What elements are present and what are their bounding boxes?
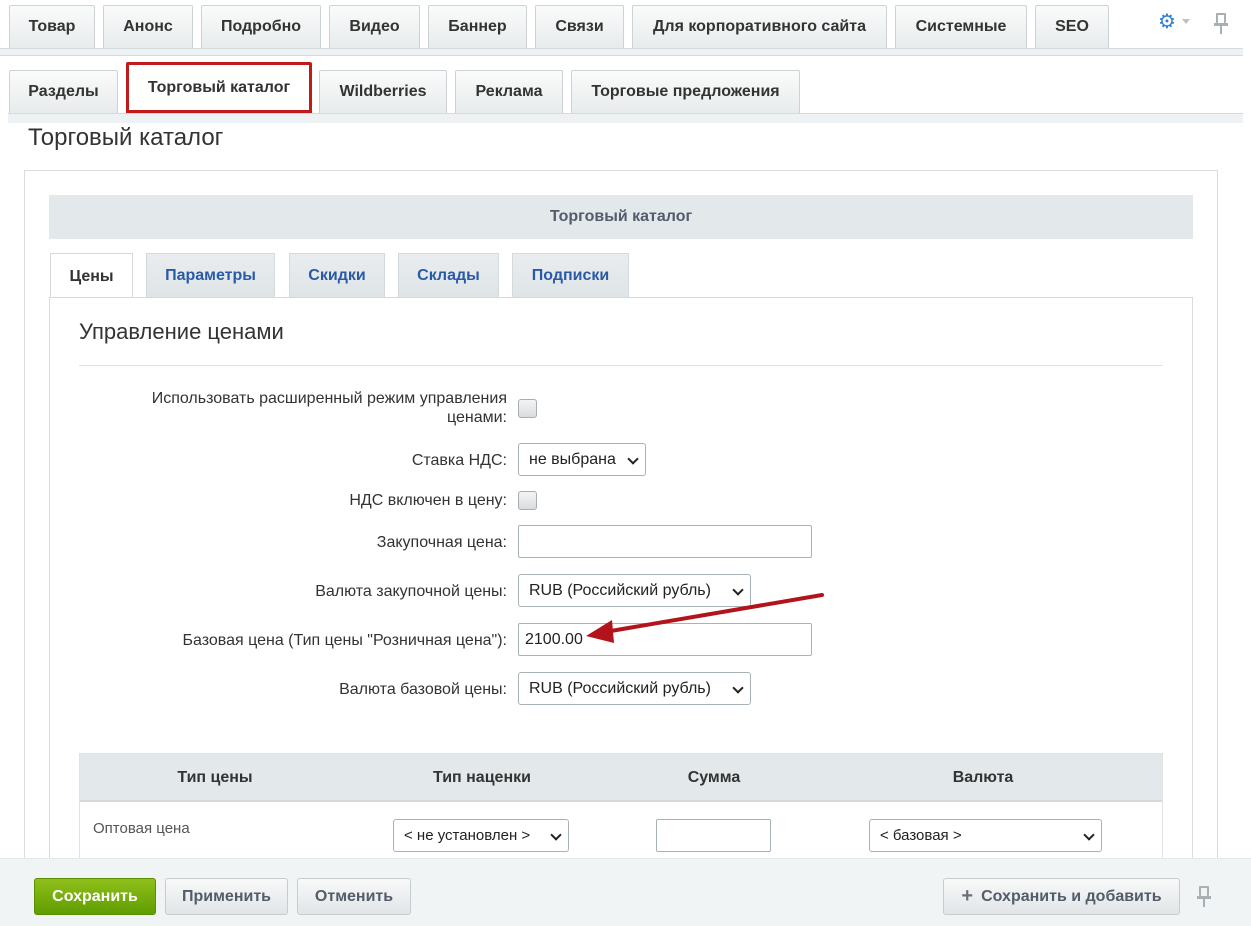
tab-seo[interactable]: SEO bbox=[1035, 5, 1109, 48]
tab-label: Подписки bbox=[531, 266, 610, 284]
tab-preview[interactable]: Анонс bbox=[103, 5, 193, 48]
column-header: Валюта bbox=[952, 769, 1014, 786]
select-value: RUB (Российский рубль) bbox=[529, 581, 711, 599]
tab-label: Системные bbox=[915, 18, 1007, 35]
tab-product[interactable]: Товар bbox=[9, 5, 95, 48]
tab-system[interactable]: Системные bbox=[895, 5, 1027, 48]
tab-label: Цены bbox=[69, 267, 114, 285]
tab-label: Разделы bbox=[28, 83, 99, 100]
tab-corporate-site[interactable]: Для корпоративного сайта bbox=[632, 5, 887, 48]
divider bbox=[79, 365, 1163, 366]
vat-included-checkbox[interactable] bbox=[518, 491, 537, 510]
tab-label: Скидки bbox=[308, 266, 366, 284]
tab-label: Товар bbox=[28, 18, 76, 35]
purchase-price-input[interactable] bbox=[518, 525, 812, 558]
cancel-button[interactable]: Отменить bbox=[297, 878, 411, 915]
chevron-down-icon bbox=[1083, 829, 1095, 841]
tab-label: Торговый каталог bbox=[147, 78, 291, 96]
base-currency-select[interactable]: RUB (Российский рубль) bbox=[518, 672, 751, 705]
tab-label: Видео bbox=[349, 18, 400, 35]
tab-detail[interactable]: Подробно bbox=[201, 5, 321, 48]
column-header: Сумма bbox=[687, 769, 741, 786]
table-header: Тип цены Тип наценки Сумма Валюта bbox=[80, 754, 1162, 802]
tab-separator bbox=[0, 48, 1243, 56]
tab-trade-catalog[interactable]: Торговый каталог bbox=[126, 62, 312, 113]
markup-type-select[interactable]: < не установлен > bbox=[393, 819, 569, 852]
tab-warehouses[interactable]: Склады bbox=[398, 253, 499, 297]
section-heading: Управление ценами bbox=[79, 319, 284, 344]
tab-offers[interactable]: Торговые предложения bbox=[571, 70, 800, 113]
tab-label: Подробно bbox=[220, 18, 302, 35]
price-type-label: Оптовая цена bbox=[93, 820, 190, 837]
chevron-down-icon bbox=[732, 584, 744, 596]
purchase-price-label: Закупочная цена: bbox=[376, 534, 507, 551]
tab-label: Баннер bbox=[448, 18, 507, 35]
tab-sections[interactable]: Разделы bbox=[9, 70, 118, 113]
column-header: Тип наценки bbox=[433, 769, 531, 786]
tab-label: SEO bbox=[1055, 18, 1089, 35]
admin-page: Товар Анонс Подробно Видео Баннер Связи … bbox=[0, 0, 1251, 926]
tab-subscriptions[interactable]: Подписки bbox=[512, 253, 629, 297]
tab-separator bbox=[8, 113, 1243, 123]
chevron-down-icon bbox=[732, 682, 744, 694]
tab-label: Wildberries bbox=[339, 83, 427, 100]
tab-banner[interactable]: Баннер bbox=[428, 5, 527, 48]
page-title: Торговый каталог bbox=[28, 124, 224, 151]
chevron-down-icon bbox=[550, 829, 562, 841]
tab-advertising[interactable]: Реклама bbox=[455, 70, 563, 113]
base-price-label: Базовая цена (Тип цены "Розничная цена")… bbox=[182, 632, 508, 649]
pin-icon[interactable] bbox=[1214, 13, 1228, 35]
tab-label: Для корпоративного сайта bbox=[653, 18, 866, 35]
button-label: Сохранить и добавить bbox=[981, 887, 1162, 905]
chevron-down-icon bbox=[627, 453, 639, 465]
tab-links[interactable]: Связи bbox=[535, 5, 624, 48]
column-header: Тип цены bbox=[177, 769, 253, 786]
tab-label: Реклама bbox=[475, 83, 543, 100]
select-value: не выбрана bbox=[529, 450, 616, 468]
price-table: Тип цены Тип наценки Сумма Валюта Оптова… bbox=[79, 753, 1163, 873]
vat-rate-select[interactable]: не выбрана bbox=[518, 443, 646, 476]
select-value: < базовая > bbox=[880, 827, 962, 844]
gear-icon[interactable]: ⚙ bbox=[1158, 12, 1178, 32]
select-value: < не установлен > bbox=[404, 827, 531, 844]
tab-label: Связи bbox=[555, 18, 604, 35]
save-and-add-button[interactable]: + Сохранить и добавить bbox=[943, 878, 1180, 915]
purchase-currency-label: Валюта закупочной цены: bbox=[315, 583, 507, 600]
apply-button[interactable]: Применить bbox=[165, 878, 288, 915]
pin-icon[interactable] bbox=[1197, 886, 1211, 908]
sum-input[interactable] bbox=[656, 819, 771, 852]
tab-prices[interactable]: Цены bbox=[50, 253, 133, 299]
base-price-input[interactable]: 2100.00 bbox=[518, 623, 812, 656]
save-button[interactable]: Сохранить bbox=[34, 878, 156, 915]
vat-rate-label: Ставка НДС: bbox=[411, 452, 507, 469]
purchase-currency-select[interactable]: RUB (Российский рубль) bbox=[518, 574, 751, 607]
tab-label: Параметры bbox=[165, 266, 256, 284]
tab-label: Торговые предложения bbox=[591, 83, 780, 100]
base-currency-label: Валюта базовой цены: bbox=[339, 681, 507, 698]
label-line: ценами: bbox=[447, 409, 507, 426]
tab-label: Анонс bbox=[123, 18, 173, 35]
select-value: RUB (Российский рубль) bbox=[529, 679, 711, 697]
label-line: Использовать расширенный режим управлени… bbox=[151, 390, 507, 407]
tab-video[interactable]: Видео bbox=[329, 5, 420, 48]
extended-mode-label: Использовать расширенный режим управлени… bbox=[152, 389, 507, 427]
plus-icon: + bbox=[961, 885, 974, 907]
currency-select[interactable]: < базовая > bbox=[869, 819, 1102, 852]
tab-parameters[interactable]: Параметры bbox=[146, 253, 275, 297]
tab-label: Склады bbox=[417, 266, 480, 284]
chevron-down-icon[interactable] bbox=[1182, 19, 1190, 24]
vat-included-label: НДС включен в цену: bbox=[349, 492, 507, 509]
extended-mode-checkbox[interactable] bbox=[518, 399, 537, 418]
section-header: Торговый каталог bbox=[49, 195, 1193, 239]
tab-wildberries[interactable]: Wildberries bbox=[319, 70, 447, 113]
tab-discounts[interactable]: Скидки bbox=[289, 253, 385, 297]
